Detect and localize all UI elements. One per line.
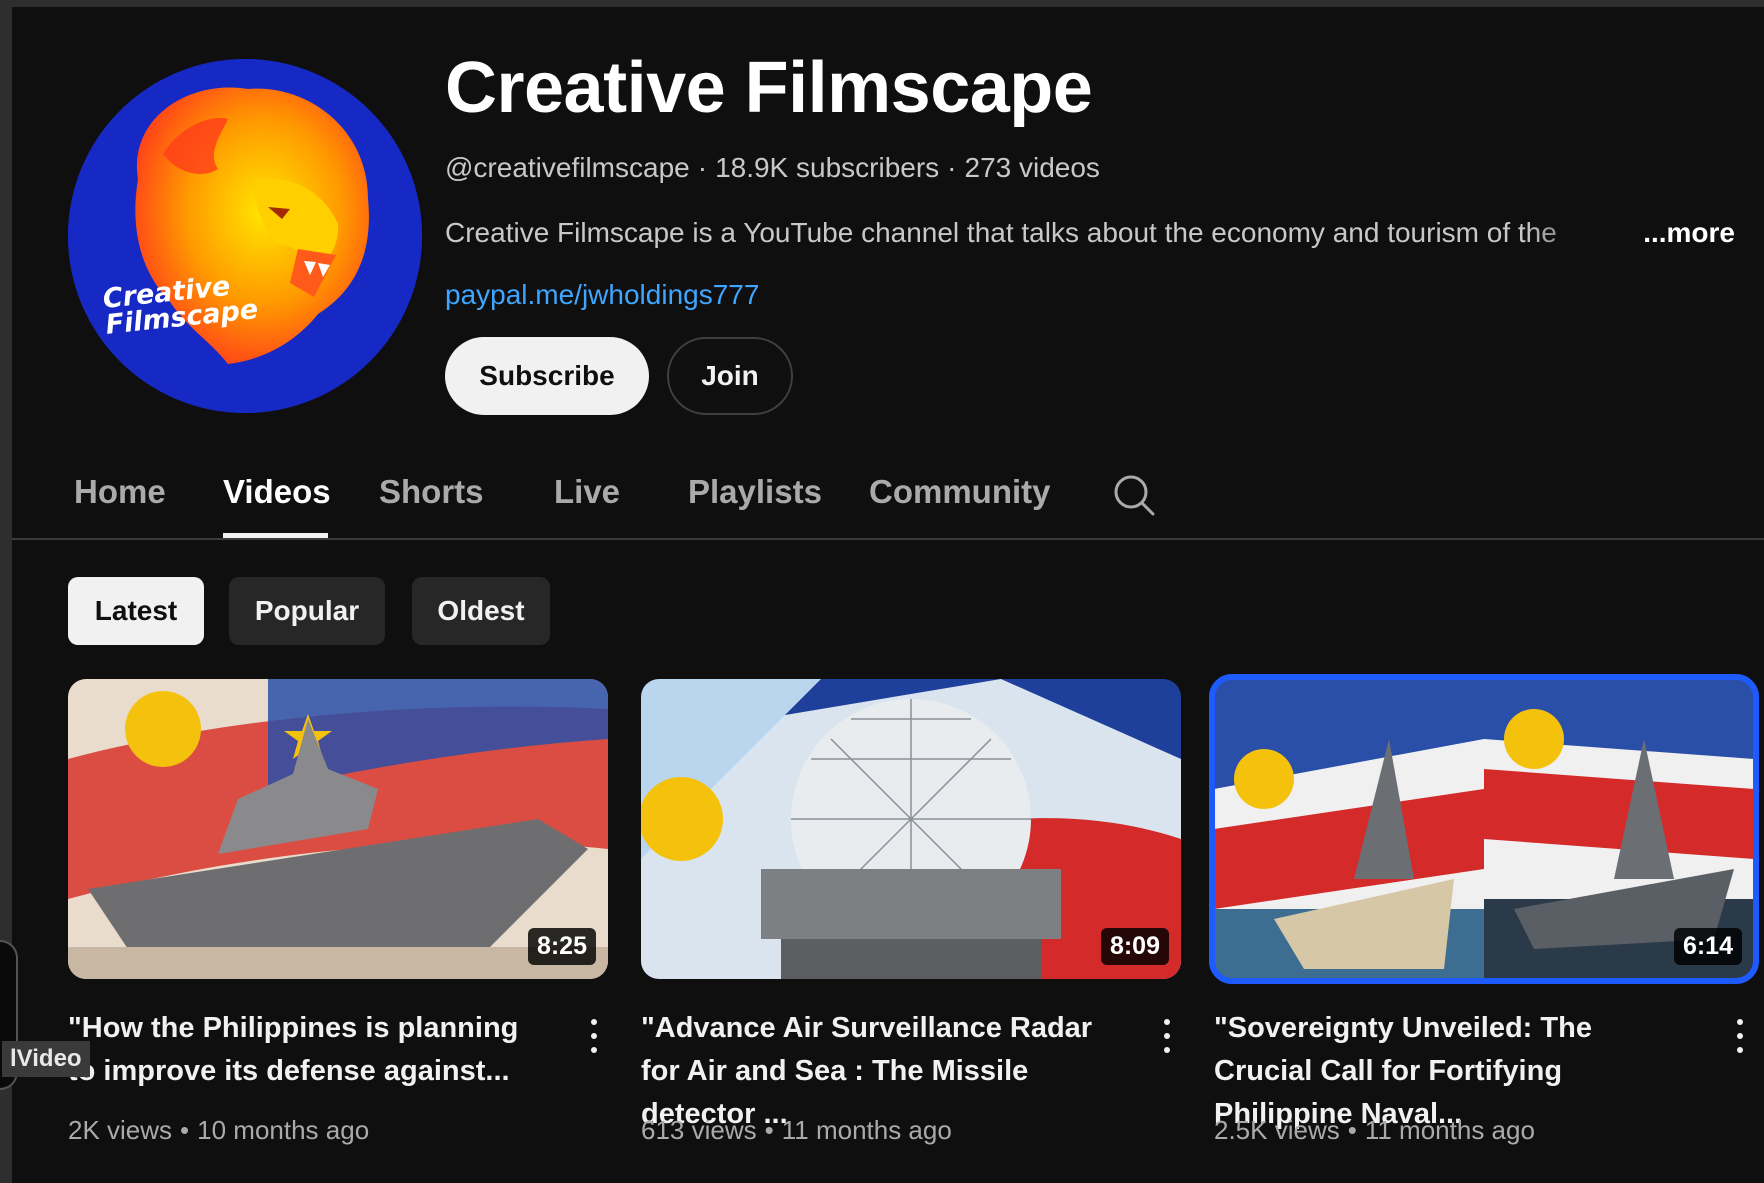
video-card[interactable]: 8:25 "How the Philippines is planning to…	[68, 679, 608, 1145]
video-title[interactable]: "How the Philippines is planning to impr…	[68, 1007, 548, 1093]
subscribe-button[interactable]: Subscribe	[445, 337, 649, 415]
video-meta: 2K views • 10 months ago	[68, 1115, 370, 1145]
video-age: 10 months ago	[197, 1115, 370, 1145]
video-views: 2K views	[68, 1115, 173, 1145]
video-views: 2.5K views	[1214, 1115, 1340, 1145]
join-button[interactable]: Join	[667, 337, 793, 415]
video-card[interactable]: 6:14 "Sovereignty Unveiled: The Crucial …	[1209, 674, 1759, 1145]
channel-name: Creative Filmscape	[445, 48, 1093, 128]
more-options-icon[interactable]	[1728, 1015, 1752, 1059]
filter-popular[interactable]: Popular	[229, 577, 385, 645]
video-duration: 8:25	[527, 928, 596, 965]
channel-handle: @creativefilmscape	[445, 152, 690, 183]
video-meta: 613 views • 11 months ago	[641, 1115, 952, 1145]
filter-oldest[interactable]: Oldest	[412, 577, 550, 645]
more-options-icon[interactable]	[582, 1015, 606, 1059]
channel-avatar[interactable]	[68, 59, 422, 413]
tab-home[interactable]: Home	[74, 473, 166, 511]
video-age: 11 months ago	[781, 1115, 952, 1145]
channel-meta: @creativefilmscape · 18.9K subscribers · 273…	[445, 152, 1100, 183]
active-tab-indicator	[223, 533, 328, 538]
more-options-icon[interactable]	[1155, 1015, 1179, 1059]
channel-link[interactable]: paypal.me/jwholdings777	[445, 279, 759, 311]
overlay-video-tag: lVideo	[2, 1041, 90, 1077]
search-icon[interactable]	[1112, 473, 1156, 517]
video-count: 273 videos	[964, 152, 1100, 183]
channel-tabs: Home Videos Shorts Live Playlists Commun…	[12, 455, 1764, 540]
more-button[interactable]: ...more	[1643, 217, 1735, 249]
tab-shorts[interactable]: Shorts	[379, 473, 484, 511]
video-card[interactable]: 8:09 "Advance Air Surveillance Radar for…	[641, 679, 1181, 1145]
video-thumbnail[interactable]: 6:14	[1209, 674, 1759, 984]
video-age: 11 months ago	[1364, 1115, 1535, 1145]
channel-page: Creative Filmscape Creative Filmscape @c…	[12, 7, 1764, 1183]
channel-description[interactable]: Creative Filmscape is a YouTube channel …	[445, 217, 1735, 253]
video-duration: 8:09	[1100, 928, 1169, 965]
filter-latest[interactable]: Latest	[68, 577, 204, 645]
subscriber-count: 18.9K subscribers	[715, 152, 940, 183]
video-views: 613 views	[641, 1115, 757, 1145]
tab-live[interactable]: Live	[554, 473, 620, 511]
video-duration: 6:14	[1673, 928, 1742, 965]
description-text: Creative Filmscape is a YouTube channel …	[445, 217, 1557, 248]
lion-logo-icon	[68, 59, 422, 413]
tab-community[interactable]: Community	[869, 473, 1051, 511]
video-thumbnail[interactable]: 8:09	[641, 679, 1181, 979]
video-meta: 2.5K views • 11 months ago	[1214, 1115, 1535, 1145]
tab-playlists[interactable]: Playlists	[688, 473, 822, 511]
video-thumbnail[interactable]: 8:25	[68, 679, 608, 979]
tab-videos[interactable]: Videos	[223, 473, 331, 511]
